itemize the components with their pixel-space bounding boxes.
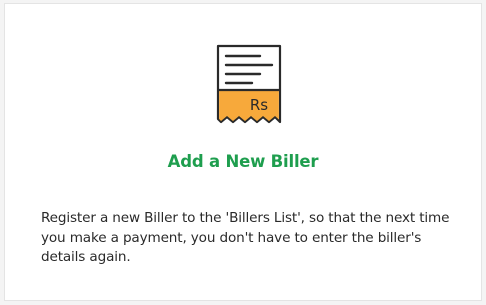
currency-symbol: Rs <box>250 96 268 114</box>
add-new-biller-card[interactable]: Rs Add a New Biller Register a new Bille… <box>4 3 482 301</box>
card-title: Add a New Biller <box>167 152 319 171</box>
card-description: Register a new Biller to the 'Billers Li… <box>41 210 450 265</box>
receipt-rupee-icon: Rs <box>216 44 282 124</box>
